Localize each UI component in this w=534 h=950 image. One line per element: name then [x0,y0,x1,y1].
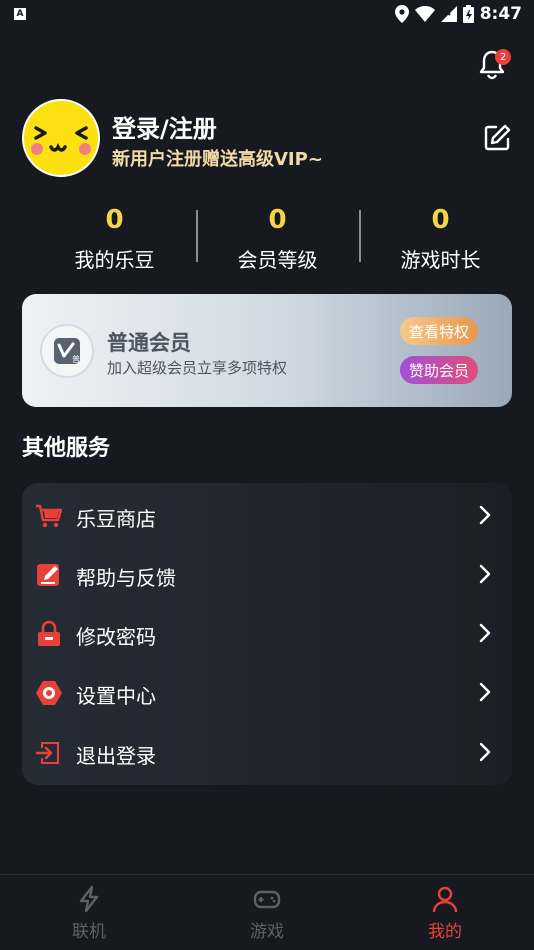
service-item-change-password[interactable]: 修改密码 [22,607,512,659]
settings-icon [36,681,62,705]
stat-label: 我的乐豆 [74,248,155,272]
stat-value: 0 [268,205,287,235]
chevron-right-icon [479,742,491,762]
edit-profile-button[interactable] [482,123,512,153]
bottom-navigation: 联机 游戏 我的 [0,874,534,950]
service-item-help-feedback[interactable]: 帮助与反馈 [22,548,512,600]
nav-tab-multiplayer[interactable]: 联机 [59,885,119,945]
cart-icon [36,504,63,528]
service-label: 退出登录 [76,744,156,768]
stat-label: 会员等级 [237,248,318,272]
stat-ledou[interactable]: 0 我的乐豆 [33,204,196,274]
services-list: 乐豆商店 帮助与反馈 修改密码 设置中心 退出登录 [22,483,512,785]
chevron-right-icon [479,682,491,702]
stat-label: 游戏时长 [400,248,481,272]
app-notification-icon: A [14,8,26,20]
service-label: 修改密码 [76,625,156,649]
membership-card[interactable]: 普 普通会员 加入超级会员立享多项特权 查看特权 赞助会员 [22,294,512,407]
service-label: 帮助与反馈 [76,566,176,590]
chevron-right-icon [479,564,491,584]
vip-badge-icon: 普 [54,338,80,364]
chevron-right-icon [479,623,491,643]
stat-divider [196,210,198,262]
gamepad-icon [253,890,281,909]
membership-subtitle: 加入超级会员立享多项特权 [107,359,288,377]
logout-icon [35,742,59,764]
service-item-logout[interactable]: 退出登录 [22,726,512,778]
stat-game-time[interactable]: 0 游戏时长 [359,204,522,274]
chevron-right-icon [479,505,491,525]
view-privileges-button[interactable]: 查看特权 [400,317,478,345]
stat-member-level[interactable]: 0 会员等级 [196,204,359,274]
register-promo-text: 新用户注册赠送高级VIP~ [112,149,323,170]
membership-title: 普通会员 [107,331,191,355]
nav-label: 我的 [428,922,462,942]
stat-value: 0 [431,205,450,235]
service-item-ledou-shop[interactable]: 乐豆商店 [22,489,512,541]
login-register-link[interactable]: 登录/注册 [112,109,217,144]
service-label: 乐豆商店 [76,507,156,531]
feedback-icon [37,564,59,586]
stat-value: 0 [105,205,124,235]
avatar[interactable] [22,99,100,177]
section-title: 其他服务 [22,436,111,461]
service-label: 设置中心 [76,684,156,708]
user-stats: 0 我的乐豆 0 会员等级 0 游戏时长 [33,204,523,274]
battery-icon [462,5,474,23]
status-time: 8:47 [479,4,522,24]
status-bar-right: 8:47 [394,4,522,24]
nav-tab-games[interactable]: 游戏 [237,885,297,945]
signal-icon [440,6,457,22]
nav-label: 游戏 [250,922,284,942]
wifi-icon [414,6,435,22]
badge-char: 普 [72,354,80,364]
smiley-face-icon [31,126,91,155]
profile-header: 登录/注册 新用户注册赠送高级VIP~ [22,99,512,179]
lightning-icon [79,885,99,913]
nav-tab-mine[interactable]: 我的 [415,885,475,945]
sponsor-member-button[interactable]: 赞助会员 [400,356,478,384]
service-item-settings[interactable]: 设置中心 [22,666,512,718]
nav-label: 联机 [72,922,106,942]
member-badge: 普 [40,324,94,378]
status-bar: A 8:47 [0,0,534,28]
notification-button[interactable]: 2 [476,48,511,80]
notification-badge: 2 [495,49,511,65]
user-icon [432,886,458,913]
location-icon [394,5,409,23]
edit-icon [484,124,511,151]
lock-icon [38,620,60,646]
stat-divider [359,210,361,262]
